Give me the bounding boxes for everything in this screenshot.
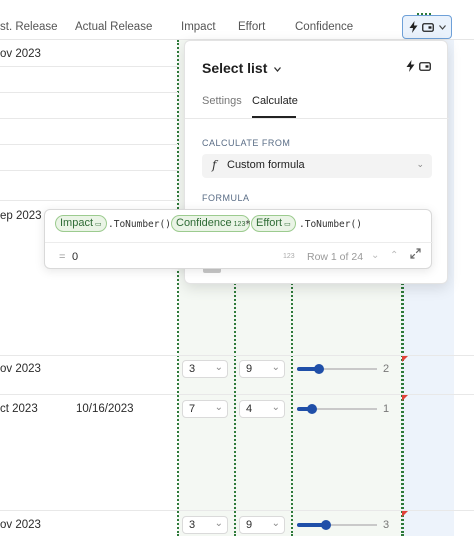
row-indicator: Row 1 of 24 [307,251,364,263]
calculate-from-dropdown[interactable]: f Custom formula ⌄ [202,154,432,178]
confidence-slider[interactable] [297,518,377,532]
column-header-effort[interactable]: Effort [238,21,265,33]
slider-knob[interactable] [307,404,317,414]
active-tab-indicator [252,116,296,118]
formula-divider [45,242,433,243]
est-release-cell[interactable]: ov 2023 [0,363,41,375]
chevron-down-icon: ⌄ [271,402,280,413]
effort-select[interactable]: 9 ⌄ [239,360,285,378]
result-prefix: = [59,251,66,263]
tab-settings[interactable]: Settings [202,95,242,107]
panel-title[interactable]: Select list [202,60,282,76]
est-release-cell[interactable]: ep 2023 [0,210,42,222]
result-value: 0 [72,251,79,263]
row-divider [0,92,178,93]
result-type: 123 [283,253,295,260]
formula-chip-effort[interactable]: Effort ▭ [251,215,296,232]
column-header-confidence[interactable]: Confidence [295,21,353,33]
column-header-impact[interactable]: Impact [181,21,216,33]
confidence-value: 1 [383,403,390,415]
row-divider [0,144,178,145]
impact-select[interactable]: 3 ⌄ [182,516,228,534]
formula-text: * [245,219,251,230]
confidence-value: 2 [383,363,390,375]
confidence-value: 3 [383,519,390,531]
function-icon: f [212,158,217,172]
chip-label: Impact [60,217,94,229]
chevron-down-icon: ⌄ [214,518,223,529]
effort-value: 4 [246,403,253,415]
chip-label: Effort [256,217,283,229]
calculated-column-header-button[interactable] [402,13,452,39]
expand-icon[interactable] [410,248,421,259]
number-icon: 123 [233,221,246,228]
effort-select[interactable]: 9 ⌄ [239,516,285,534]
impact-value: 3 [189,363,196,375]
formula-text: .ToNumber() [299,219,362,230]
calculate-from-label: CALCULATE FROM [202,138,291,148]
chevron-down-icon[interactable]: ⌄ [371,250,379,261]
formula-text: .ToNumber()* [108,219,177,230]
est-release-cell[interactable]: ov 2023 [0,519,41,531]
formula-chip-impact[interactable]: Impact ▭ [55,215,107,232]
impact-select[interactable]: 7 ⌄ [182,400,228,418]
select-column-icon[interactable] [419,62,431,71]
slider-knob[interactable] [314,364,324,374]
chevron-down-icon [439,25,446,30]
tab-calculate[interactable]: Calculate [252,95,298,107]
confidence-slider[interactable] [297,362,377,376]
select-column-icon [422,23,434,32]
formula-label: FORMULA [202,193,250,203]
column-header-actual-release[interactable]: Actual Release [75,21,152,33]
formula-chip-confidence[interactable]: Confidence 123 [171,215,251,232]
lightning-icon [409,21,418,33]
est-release-cell[interactable]: ov 2023 [0,48,41,60]
lightning-icon[interactable] [406,60,415,72]
chevron-down-icon: ⌄ [416,159,424,169]
impact-value: 3 [189,519,196,531]
impact-column-border [177,40,179,536]
effort-select[interactable]: 4 ⌄ [239,400,285,418]
effort-value: 9 [246,363,253,375]
chevron-down-icon [274,66,282,72]
comment-flag[interactable] [402,356,408,362]
panel-tabs: Settings Calculate [185,89,449,119]
chevron-down-icon: ⌄ [271,362,280,373]
chevron-up-icon[interactable]: ⌃ [390,250,398,261]
chip-label: Confidence [176,217,232,229]
confidence-slider[interactable] [297,402,377,416]
effort-value: 9 [246,519,253,531]
formula-editor[interactable]: Impact ▭ .ToNumber()* Confidence 123 * Eff… [44,209,433,269]
select-column-icon: ▭ [95,221,102,228]
row-divider [0,118,178,119]
column-header-est-release[interactable]: st. Release [0,21,58,33]
est-release-cell[interactable]: ct 2023 [0,403,38,415]
actual-release-cell[interactable]: 10/16/2023 [76,403,134,415]
comment-flag[interactable] [402,511,408,517]
impact-select[interactable]: 3 ⌄ [182,360,228,378]
row-divider [0,200,178,201]
panel-title-text: Select list [202,60,268,76]
chevron-down-icon: ⌄ [214,402,223,413]
chevron-down-icon: ⌄ [214,362,223,373]
row-divider [0,66,178,67]
slider-knob[interactable] [321,520,331,530]
row-divider [0,170,178,171]
impact-value: 7 [189,403,196,415]
comment-flag[interactable] [402,395,408,401]
chevron-down-icon: ⌄ [271,518,280,529]
select-column-icon: ▭ [284,221,291,228]
calculate-from-value: Custom formula [227,159,305,171]
